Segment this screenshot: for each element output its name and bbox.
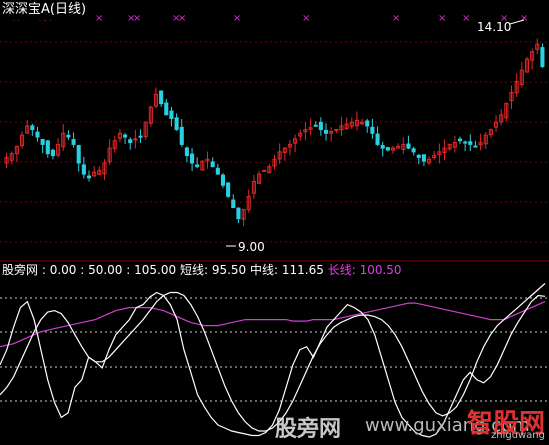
indicator-name: 股旁网 — [2, 263, 39, 277]
short-line-value: 95.50 — [211, 263, 247, 277]
watermark-logo-sub: zhiguwang — [490, 430, 545, 441]
period-label: (日线) — [49, 2, 87, 17]
signal-marker: × — [520, 13, 528, 24]
watermark: 股旁网 www.guxiang.com 智股网 zhiguwang — [275, 403, 545, 443]
indicator-grid — [0, 297, 549, 402]
watermark-text: 股旁网 — [275, 417, 342, 442]
candle-body — [540, 47, 545, 68]
long-line-series — [0, 301, 546, 348]
candle-body — [463, 141, 468, 144]
candle-body — [318, 121, 323, 131]
candle-body — [76, 145, 81, 164]
candle-body — [220, 174, 226, 186]
signal-marker: × — [133, 13, 141, 24]
price-annotations: 14.10 9.00 — [226, 19, 525, 254]
candle-body — [370, 126, 375, 134]
candle-body — [421, 154, 426, 162]
candle-body — [164, 102, 169, 116]
candle-body — [66, 134, 71, 138]
candlestick-series — [4, 38, 545, 227]
chart-header: 深深宝A(日线) — [0, 0, 87, 20]
candle-body — [30, 125, 35, 131]
candle-body — [236, 207, 241, 220]
candle-body — [313, 124, 318, 127]
signal-marker: × — [233, 13, 241, 24]
candle-body — [40, 138, 45, 145]
candle-body — [35, 131, 40, 138]
candle-body — [128, 139, 133, 144]
signal-marker: × — [95, 13, 103, 24]
candle-body — [416, 154, 421, 158]
signal-marker: × — [302, 13, 310, 24]
signal-marker: × — [462, 13, 470, 24]
long-line-value: 100.50 — [359, 263, 402, 277]
candle-body — [169, 110, 174, 119]
candle-body — [226, 182, 231, 197]
high-price-label: 14.10 — [477, 20, 511, 34]
candle-body — [473, 145, 478, 148]
signal-marker: × — [178, 13, 186, 24]
candle-body — [365, 120, 370, 127]
candle-body — [385, 147, 390, 151]
short-line-label: 短线: — [179, 263, 208, 277]
stock-chart-canvas: ××××××××××××××× 14.10 9.00 — [0, 13, 549, 438]
candle-body — [81, 164, 86, 175]
candle-body — [406, 143, 411, 149]
stock-title: 深深宝A — [2, 2, 50, 17]
candle-body — [468, 141, 473, 145]
candle-body — [50, 149, 55, 157]
candle-body — [215, 167, 220, 175]
indicator-levels: : 0.00 : 50.00 : 105.00 — [41, 263, 177, 277]
candle-body — [184, 147, 189, 157]
long-line-label: 长线: — [327, 263, 356, 277]
candle-body — [457, 138, 463, 142]
candle-body — [375, 133, 380, 145]
candle-body — [174, 117, 179, 131]
candle-body — [86, 175, 92, 179]
top-markers: ××××××××××××××× — [12, 13, 528, 24]
candle-body — [138, 135, 143, 138]
candle-body — [262, 169, 267, 172]
candle-body — [411, 148, 416, 153]
low-price-label: 9.00 — [238, 240, 265, 254]
candle-body — [334, 129, 339, 132]
mid-line-value: 111.65 — [281, 263, 324, 277]
signal-marker: × — [438, 13, 446, 24]
candle-body — [195, 164, 200, 168]
candle-body — [323, 129, 329, 134]
candle-body — [123, 134, 128, 138]
candle-body — [45, 140, 50, 155]
signal-marker: × — [392, 13, 400, 24]
candle-body — [231, 199, 236, 208]
candle-body — [210, 161, 215, 168]
mid-line-label: 中线: — [250, 263, 279, 277]
candle-body — [71, 139, 76, 145]
candle-body — [179, 126, 184, 145]
indicator-header: 股旁网 : 0.00 : 50.00 : 105.00 短线: 95.50 中线… — [0, 261, 402, 279]
candle-body — [380, 145, 385, 149]
candle-body — [159, 90, 164, 105]
candle-body — [190, 153, 195, 164]
